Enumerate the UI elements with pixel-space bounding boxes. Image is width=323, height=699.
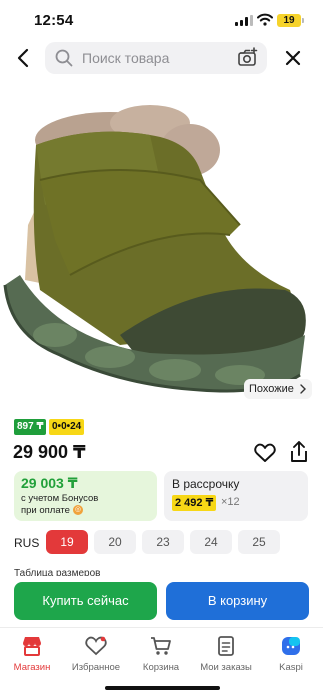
camera-search-icon[interactable] [237, 47, 259, 67]
size-option[interactable]: 19 [46, 530, 88, 554]
bonus-badge: 897 ₸ [14, 419, 47, 435]
heart-icon [85, 636, 107, 656]
share-icon[interactable] [289, 441, 309, 463]
size-table-label: Таблица размеров [14, 568, 101, 576]
bonus-note: с учетом Бонусов при оплате ◎ [21, 493, 131, 517]
product-price: 29 900 ₸ [13, 442, 86, 462]
nav-item-orders[interactable]: Мои заказы [194, 635, 258, 673]
size-option[interactable]: 23 [142, 530, 184, 554]
installment-amount: 2 492 ₸ [172, 495, 217, 511]
size-system-label: RUS [14, 536, 40, 550]
size-option[interactable]: 20 [94, 530, 136, 554]
buy-now-button[interactable]: Купить сейчас [14, 582, 157, 620]
battery-icon: 19 [277, 14, 304, 27]
home-indicator [105, 686, 220, 690]
search-placeholder: Поиск товара [82, 50, 170, 66]
search-icon [55, 49, 73, 67]
installment-badge: 0•0•24 [49, 419, 85, 435]
store-icon [23, 637, 41, 656]
similar-products-button[interactable]: Похожие [244, 379, 312, 399]
chevron-right-icon [300, 384, 306, 394]
add-to-cart-button[interactable]: В корзину [166, 582, 309, 620]
close-icon[interactable] [281, 46, 305, 70]
nav-label: Мои заказы [200, 662, 252, 673]
bonus-coin-icon: ◎ [72, 505, 83, 516]
bonus-note-line2: при оплате [21, 505, 70, 516]
nav-label: Корзина [142, 662, 180, 673]
nav-label: Избранное [71, 662, 121, 673]
size-option[interactable]: 25 [238, 530, 280, 554]
nav-label: Kaspi [279, 662, 303, 673]
favorite-heart-icon[interactable] [254, 443, 276, 463]
nav-item-favorites[interactable]: Избранное [64, 635, 128, 673]
status-time: 12:54 [34, 12, 74, 29]
bonus-price-card[interactable]: 29 003 ₸ с учетом Бонусов при оплате ◎ [14, 471, 157, 521]
similar-label: Похожие [249, 383, 294, 395]
nav-item-store[interactable]: Магазин [0, 635, 64, 673]
installment-months: ×12 [221, 496, 240, 508]
signal-icon [235, 15, 253, 26]
size-option[interactable]: 24 [190, 530, 232, 554]
back-arrow-icon[interactable] [12, 46, 36, 70]
bonus-price: 29 003 ₸ [21, 475, 78, 491]
bonus-note-line1: с учетом Бонусов [21, 493, 99, 504]
nav-item-kaspi[interactable]: Kaspi [259, 635, 323, 673]
installment-card[interactable]: В рассрочку 2 492 ₸ ×12 [164, 471, 308, 521]
orders-icon [218, 636, 234, 656]
wifi-icon [257, 13, 273, 26]
nav-item-cart[interactable]: Корзина [129, 635, 193, 673]
kaspi-icon [282, 637, 300, 655]
cart-icon [151, 637, 171, 655]
search-input[interactable]: Поиск товара [45, 42, 267, 74]
product-image[interactable] [0, 85, 323, 405]
status-bar: 12:54 19 [0, 0, 323, 42]
nav-label: Магазин [13, 662, 51, 673]
size-table-link[interactable]: Таблица размеров [14, 566, 144, 576]
installment-title: В рассрочку [172, 477, 240, 491]
